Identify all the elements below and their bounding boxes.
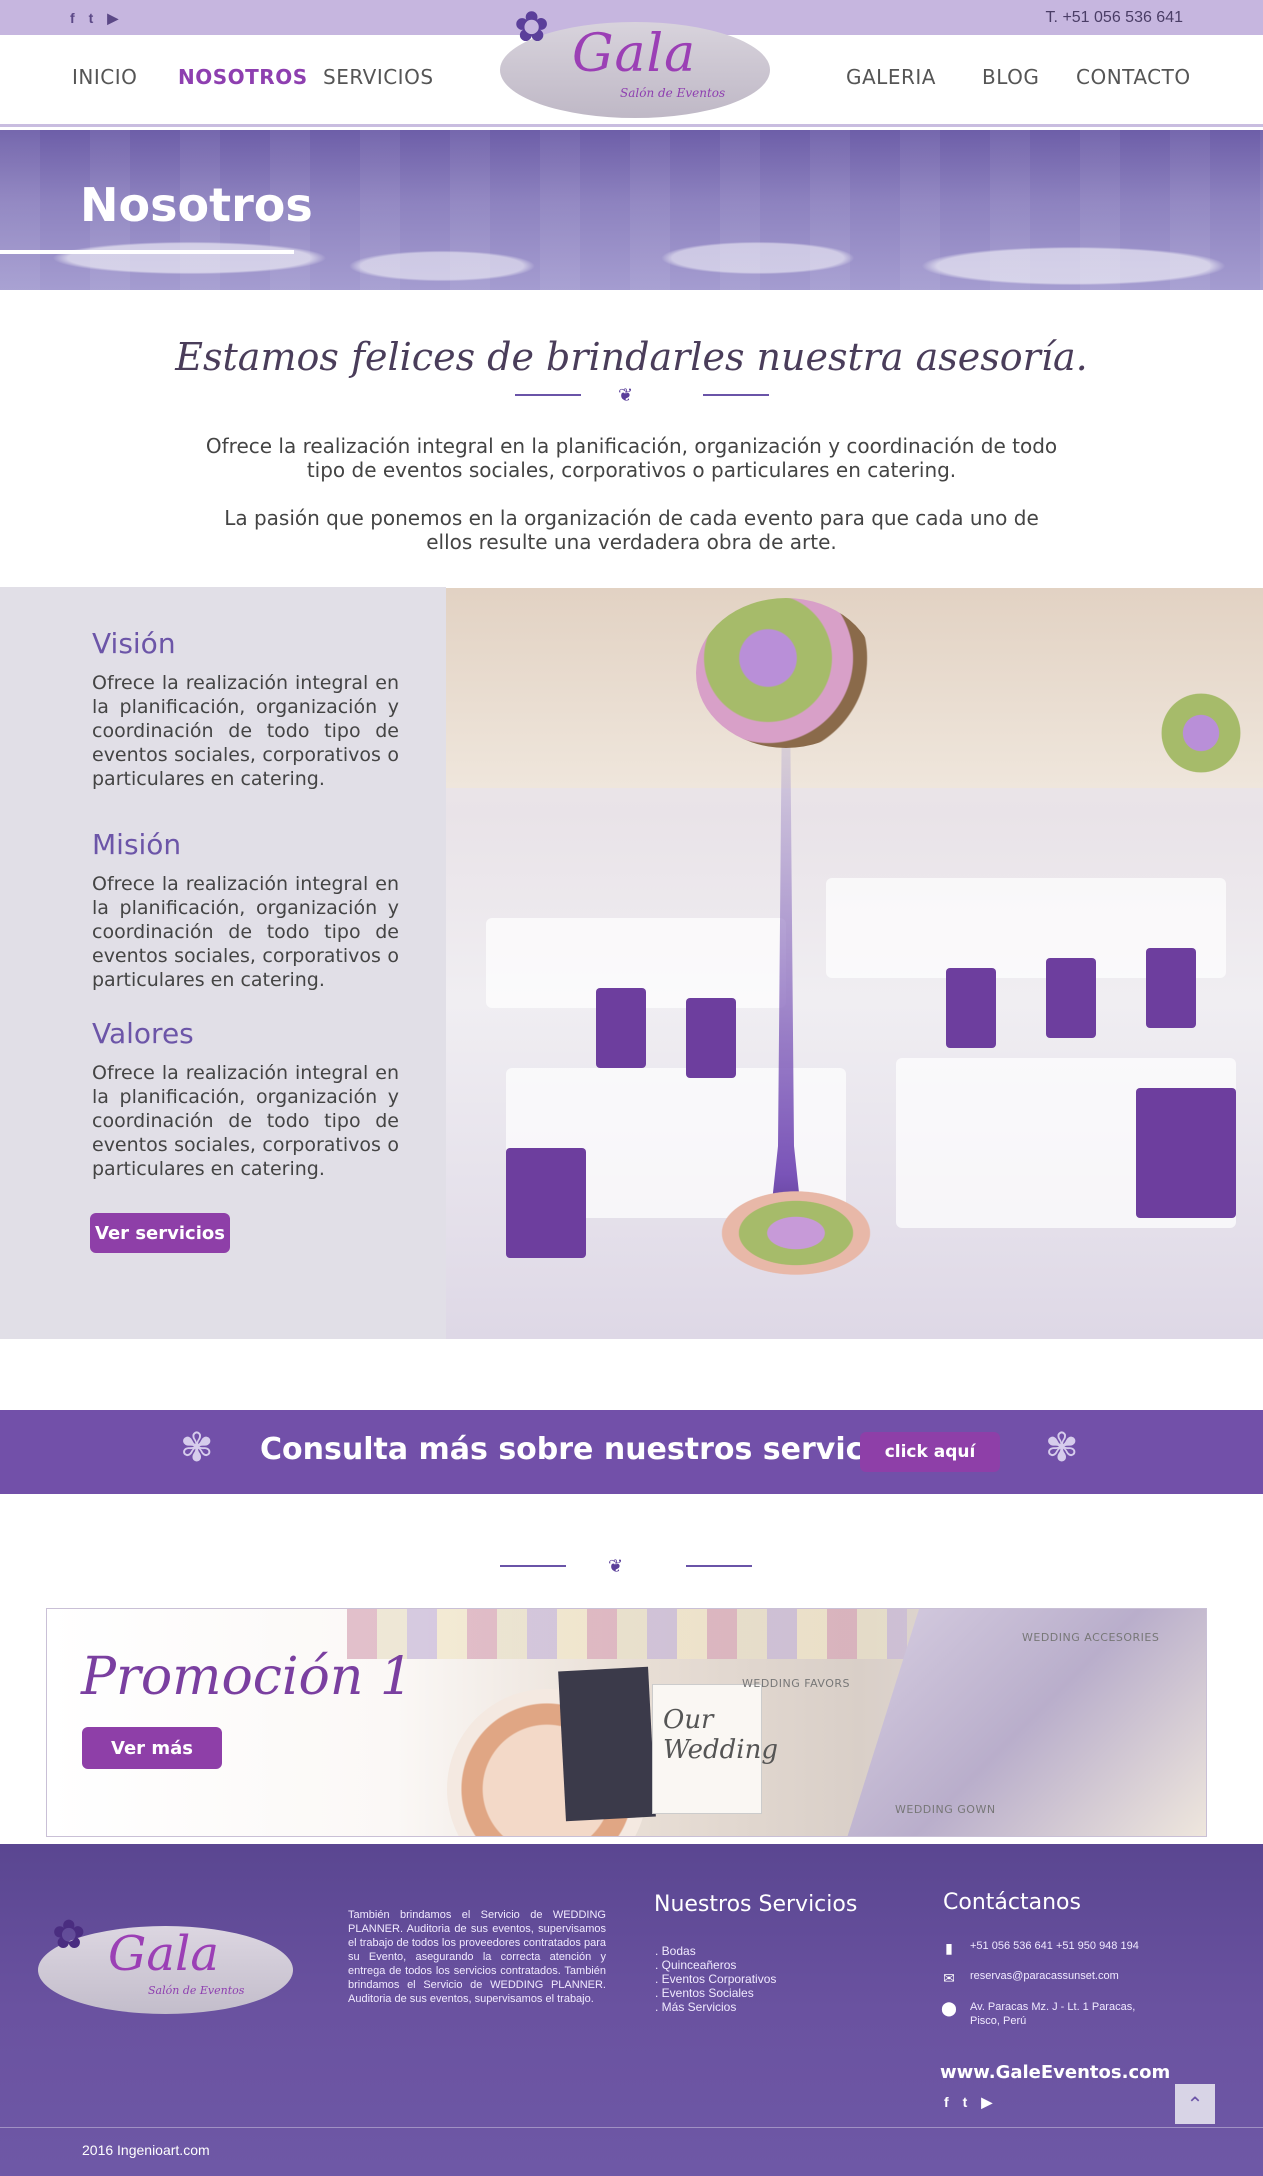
promo-label: WEDDING ACCESORIES [1022, 1631, 1160, 1644]
intro-paragraph-1: Ofrece la realización integral en la pla… [205, 434, 1058, 482]
valores-title: Valores [92, 1017, 194, 1050]
ornament-line-left [500, 1565, 566, 1567]
ver-servicios-button[interactable]: Ver servicios [90, 1213, 230, 1253]
mision-text: Ofrece la realización integral en la pla… [92, 873, 399, 991]
ornament-line-right [703, 394, 769, 396]
promo-banner[interactable]: Our Wedding WEDDING FAVORS WEDDING ACCES… [46, 1608, 1207, 1837]
footer-social-links: f t ▶ [944, 2094, 992, 2111]
mail-icon: ✉ [943, 1970, 955, 1986]
logo-name: Gala [572, 24, 697, 84]
ornament-icon: ❦ [618, 385, 634, 406]
page-title: Nosotros [80, 178, 313, 232]
location-pin-icon: ⬤ [941, 2000, 957, 2016]
promo-flowers [347, 1609, 907, 1659]
title-underline [0, 250, 294, 254]
chevron-up-icon: ⌃ [1186, 2092, 1204, 2116]
footer-about: También brindamos el Servicio de WEDDING… [348, 1909, 606, 2005]
ver-mas-button[interactable]: Ver más [82, 1727, 222, 1769]
vision-text: Ofrece la realización integral en la pla… [92, 672, 399, 790]
flower-icon: ✾ [1045, 1425, 1079, 1471]
flower-bouquet [1146, 688, 1256, 778]
hero-banner: Nosotros [0, 130, 1263, 290]
footer-divider [0, 2127, 1263, 2128]
promo-label: WEDDING FAVORS [742, 1677, 851, 1690]
chair-sash [946, 968, 996, 1048]
footer-email-text[interactable]: reservas@paracassunset.com [970, 1970, 1119, 1982]
footer-services-title: Nuestros Servicios [654, 1892, 858, 1917]
ornament-divider: ❦ [515, 385, 769, 406]
flower-icon: ✿ [514, 2, 550, 51]
footer-logo[interactable]: ✿ Gala Salón de Eventos [38, 1912, 293, 2014]
flower-ring [716, 1188, 876, 1278]
footer-service-item[interactable]: . Eventos Sociales [655, 1986, 776, 2000]
flower-bouquet [696, 598, 876, 748]
nav-contacto[interactable]: CONTACTO [1076, 65, 1191, 89]
intro-paragraph-2: La pasión que ponemos en la organización… [224, 506, 1039, 554]
back-to-top-button[interactable]: ⌃ [1175, 2084, 1215, 2124]
flower-icon: ✾ [180, 1425, 214, 1471]
twitter-icon[interactable]: t [963, 2094, 968, 2111]
logo-subtitle: Salón de Eventos [620, 86, 726, 100]
footer-services-list: . Bodas . Quinceañeros . Eventos Corpora… [655, 1944, 776, 2014]
chair-sash [1046, 958, 1096, 1038]
chair-sash [506, 1148, 586, 1258]
promo-card-text: Our Wedding [663, 1705, 778, 1765]
footer: ✿ Gala Salón de Eventos También brindamo… [0, 1844, 1263, 2176]
chair-sash [686, 998, 736, 1078]
top-phone: T. +51 056 536 641 [1045, 9, 1183, 26]
logo-name: Gala [108, 1926, 219, 1982]
cta-text: Consulta más sobre nuestros servicios [260, 1432, 913, 1467]
vision-title: Visión [92, 627, 176, 660]
nav-servicios[interactable]: SERVICIOS [323, 65, 434, 89]
footer-email: ✉ reservas@paracassunset.com [940, 1970, 1119, 1987]
footer-phone-text: +51 056 536 641 +51 950 948 194 [970, 1940, 1139, 1952]
flower-icon: ✿ [52, 1912, 86, 1958]
footer-phone: ▮ +51 056 536 641 +51 950 948 194 [940, 1940, 1139, 1957]
values-panel: Visión Ofrece la realización integral en… [0, 587, 446, 1339]
promo-invitation [558, 1666, 656, 1822]
twitter-icon[interactable]: t [89, 10, 94, 27]
promo-card: Our Wedding [652, 1684, 778, 1814]
footer-address: ⬤ Av. Paracas Mz. J - Lt. 1 Paracas, Pis… [940, 2000, 1160, 2028]
youtube-icon[interactable]: ▶ [981, 2094, 992, 2111]
ornament-line-right [686, 1565, 752, 1567]
nav-galeria[interactable]: GALERIA [846, 65, 936, 89]
chair-sash [596, 988, 646, 1068]
cta-band: ✾ Consulta más sobre nuestros servicios … [0, 1410, 1263, 1494]
footer-copyright: 2016 Ingenioart.com [82, 2142, 210, 2158]
footer-service-item[interactable]: . Eventos Corporativos [655, 1972, 776, 1986]
facebook-icon[interactable]: f [70, 10, 75, 27]
top-social-links: f t ▶ [70, 10, 118, 27]
ornament-divider: ❦ [500, 1556, 752, 1577]
intro-title: Estamos felices de brindarles nuestra as… [175, 335, 1088, 379]
event-photo [446, 588, 1263, 1339]
nav-nosotros[interactable]: NOSOTROS [178, 65, 308, 89]
nav-inicio[interactable]: INICIO [72, 65, 137, 89]
footer-service-item[interactable]: . Bodas [655, 1944, 776, 1958]
mision-title: Misión [92, 828, 182, 861]
ornament-line-left [515, 394, 581, 396]
ornament-icon: ❦ [608, 1556, 624, 1577]
logo-subtitle: Salón de Eventos [148, 1984, 245, 1997]
footer-contact-title: Contáctanos [943, 1890, 1081, 1915]
valores-text: Ofrece la realización integral en la pla… [92, 1062, 399, 1180]
chair-sash [1136, 1088, 1236, 1218]
promo-label: WEDDING GOWN [895, 1803, 996, 1816]
footer-service-item[interactable]: . Más Servicios [655, 2000, 776, 2014]
click-aqui-button[interactable]: click aquí [860, 1432, 1000, 1472]
footer-service-item[interactable]: . Quinceañeros [655, 1958, 776, 1972]
youtube-icon[interactable]: ▶ [107, 10, 118, 27]
promo-title: Promoción 1 [81, 1647, 413, 1707]
chair-sash [1146, 948, 1196, 1028]
phone-icon: ▮ [945, 1940, 953, 1956]
footer-address-text: Av. Paracas Mz. J - Lt. 1 Paracas, Pisco… [970, 2001, 1136, 2027]
facebook-icon[interactable]: f [944, 2094, 949, 2111]
footer-website[interactable]: www.GaleEventos.com [940, 2062, 1170, 2083]
nav-blog[interactable]: BLOG [982, 65, 1039, 89]
logo[interactable]: ✿ Gala Salón de Eventos [500, 6, 770, 120]
